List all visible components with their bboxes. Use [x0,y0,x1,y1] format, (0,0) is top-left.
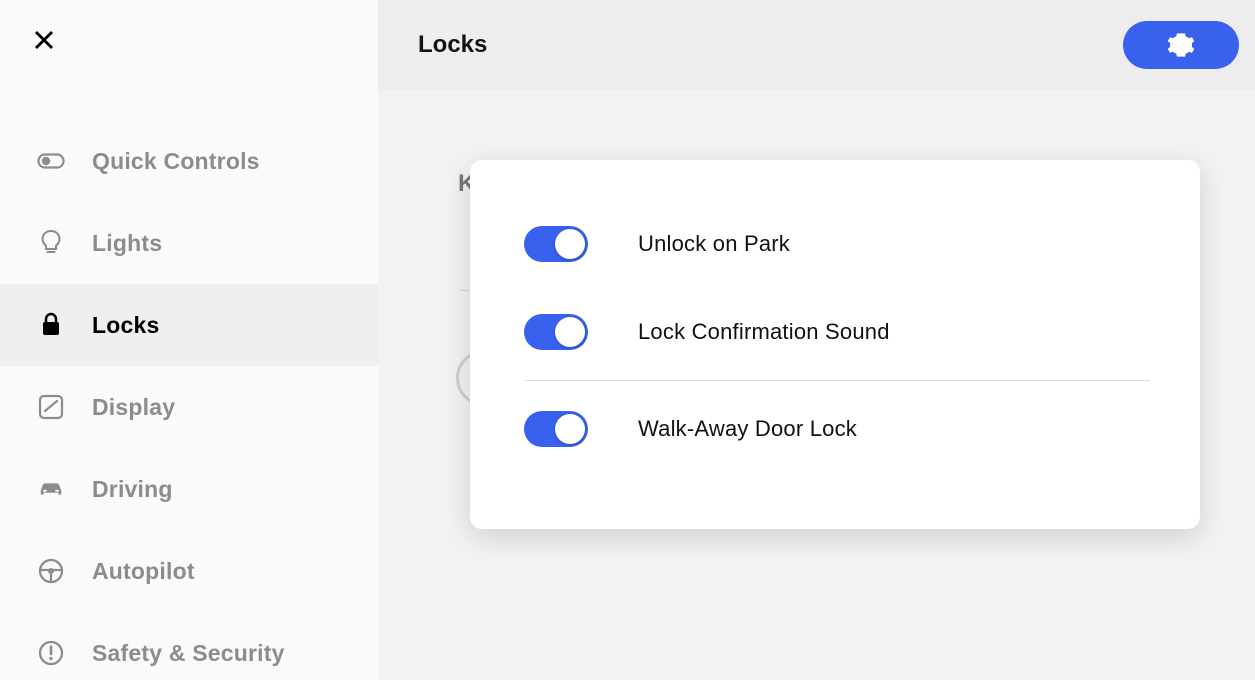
sidebar: Quick Controls Lights [0,0,378,680]
setting-walk-away-door-lock: Walk-Away Door Lock [524,385,1150,473]
toggle-label: Lock Confirmation Sound [638,319,890,345]
settings-button[interactable] [1123,21,1239,69]
bulb-icon [36,228,66,258]
sidebar-item-label: Safety & Security [92,640,285,667]
gear-icon [1167,31,1195,59]
sidebar-item-label: Quick Controls [92,148,260,175]
sidebar-item-label: Display [92,394,175,421]
setting-lock-confirmation-sound: Lock Confirmation Sound [524,288,1150,376]
lock-icon [36,310,66,340]
toggle-knob [555,317,585,347]
divider [524,380,1150,381]
close-button[interactable] [24,20,64,60]
sidebar-item-quick-controls[interactable]: Quick Controls [0,120,378,202]
toggle-label: Unlock on Park [638,231,790,257]
sidebar-nav: Quick Controls Lights [0,120,378,680]
setting-unlock-on-park: Unlock on Park [524,200,1150,288]
steering-wheel-icon [36,556,66,586]
alert-circle-icon [36,638,66,668]
sidebar-item-locks[interactable]: Locks [0,284,378,366]
locks-settings-card: Unlock on Park Lock Confirmation Sound W… [470,160,1200,529]
display-icon [36,392,66,422]
sidebar-item-label: Lights [92,230,162,257]
car-icon [36,474,66,504]
toggle-knob [555,229,585,259]
main-panel: Locks K Unlock on Park [378,0,1255,680]
page-title: Locks [418,31,487,59]
sidebar-item-driving[interactable]: Driving [0,448,378,530]
header: Locks [378,0,1255,90]
unlock-on-park-toggle[interactable] [524,226,588,262]
walk-away-door-lock-toggle[interactable] [524,411,588,447]
sidebar-item-safety-security[interactable]: Safety & Security [0,612,378,680]
sidebar-item-lights[interactable]: Lights [0,202,378,284]
sidebar-item-autopilot[interactable]: Autopilot [0,530,378,612]
content-area: K Unlock on Park Lock Confirmation Sound [378,90,1255,680]
toggle-knob [555,414,585,444]
sidebar-item-label: Locks [92,312,159,339]
close-icon [32,28,56,52]
app-root: Quick Controls Lights [0,0,1255,680]
toggle-label: Walk-Away Door Lock [638,416,857,442]
lock-confirmation-sound-toggle[interactable] [524,314,588,350]
sidebar-item-display[interactable]: Display [0,366,378,448]
quick-controls-icon [36,146,66,176]
sidebar-item-label: Autopilot [92,558,195,585]
sidebar-item-label: Driving [92,476,173,503]
